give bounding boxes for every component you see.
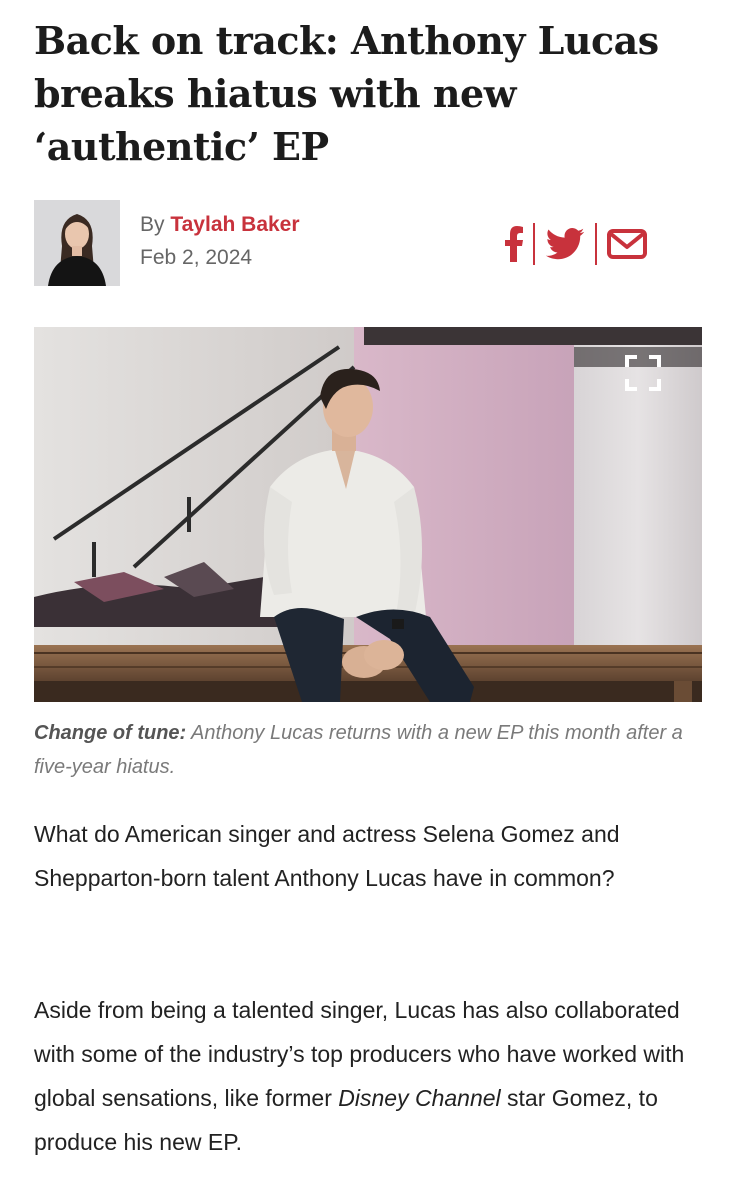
share-bar	[505, 222, 647, 266]
image-caption: Change of tune: Anthony Lucas returns wi…	[34, 716, 704, 784]
twitter-share-button[interactable]	[545, 222, 585, 266]
author-avatar[interactable]	[34, 200, 120, 286]
author-name-link[interactable]: Taylah Baker	[170, 213, 299, 236]
facebook-share-button[interactable]	[505, 222, 523, 266]
hero-image[interactable]	[34, 327, 702, 702]
paragraph-2-emphasis: Disney Channel	[338, 1085, 501, 1111]
twitter-icon	[545, 228, 585, 260]
author-avatar-image	[34, 200, 120, 286]
facebook-icon	[505, 226, 523, 262]
share-divider	[533, 223, 535, 265]
hero-photo	[34, 327, 702, 702]
caption-label: Change of tune:	[34, 722, 187, 744]
publish-date: Feb 2, 2024	[140, 246, 253, 269]
byline: By Taylah Baker	[140, 210, 300, 240]
share-divider	[595, 223, 597, 265]
byline-prefix: By	[140, 213, 165, 236]
expand-image-button[interactable]	[624, 354, 662, 392]
body-paragraph-1: What do American singer and actress Sele…	[34, 821, 620, 891]
email-icon	[607, 229, 647, 259]
email-share-button[interactable]	[607, 222, 647, 266]
body-paragraph-2: Aside from being a talented singer, Luca…	[34, 988, 714, 1164]
article-headline: Back on track: Anthony Lucas breaks hiat…	[34, 18, 659, 169]
expand-icon	[625, 355, 661, 391]
